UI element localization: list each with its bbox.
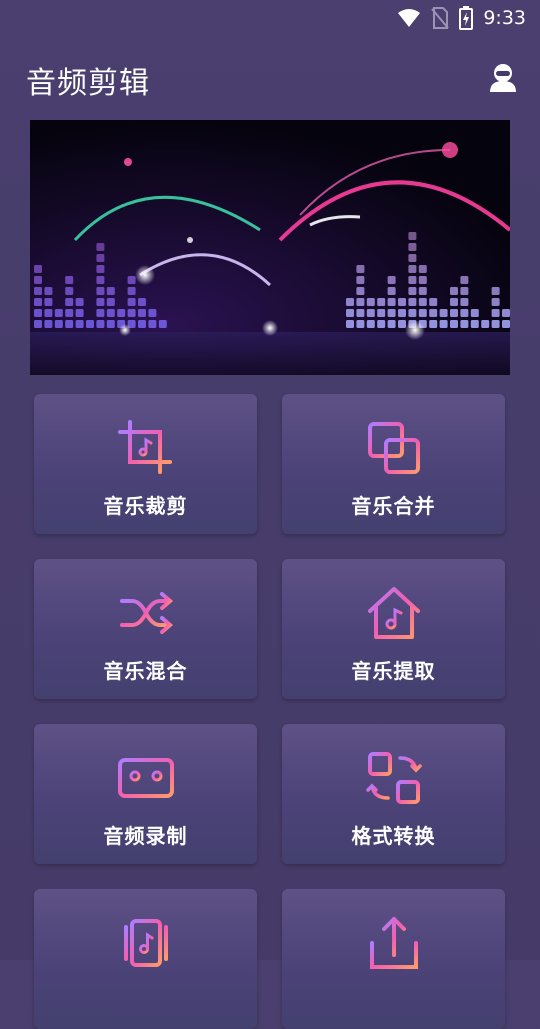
feature-card-extract[interactable]: 音乐提取 xyxy=(282,559,505,699)
feature-label: 音乐裁剪 xyxy=(103,494,188,518)
feature-label: 音乐合并 xyxy=(351,494,436,518)
feature-card-crop[interactable]: 音乐裁剪 xyxy=(34,394,257,534)
feature-card-mix[interactable]: 音乐混合 xyxy=(34,559,257,699)
banner-image[interactable] xyxy=(30,120,510,375)
page-title: 音频剪辑 xyxy=(26,66,150,101)
shuffle-icon xyxy=(119,592,173,634)
feature-label: 格式转换 xyxy=(351,824,436,848)
feature-card-8[interactable] xyxy=(282,889,505,1029)
feature-label: 音乐混合 xyxy=(103,659,188,683)
status-time: 9:33 xyxy=(483,7,526,29)
user-avatar-icon[interactable] xyxy=(488,62,518,92)
music-card-stack-icon xyxy=(123,919,168,967)
battery-charging-icon xyxy=(459,6,474,30)
convert-icon xyxy=(365,752,422,804)
feature-card-7[interactable] xyxy=(34,889,257,1029)
feature-label: 音频录制 xyxy=(103,824,188,848)
feature-card-merge[interactable]: 音乐合并 xyxy=(282,394,505,534)
feature-card-record[interactable]: 音频录制 xyxy=(34,724,257,864)
merge-squares-icon xyxy=(367,422,420,474)
house-music-icon xyxy=(367,587,420,639)
crop-music-icon xyxy=(117,420,172,474)
feature-label: 音乐提取 xyxy=(351,659,436,683)
cassette-icon xyxy=(117,758,174,798)
no-sim-icon xyxy=(431,7,450,29)
upload-icon xyxy=(369,917,418,969)
wifi-icon xyxy=(398,9,421,27)
status-bar: 9:33 xyxy=(0,0,540,36)
feature-card-convert[interactable]: 格式转换 xyxy=(282,724,505,864)
